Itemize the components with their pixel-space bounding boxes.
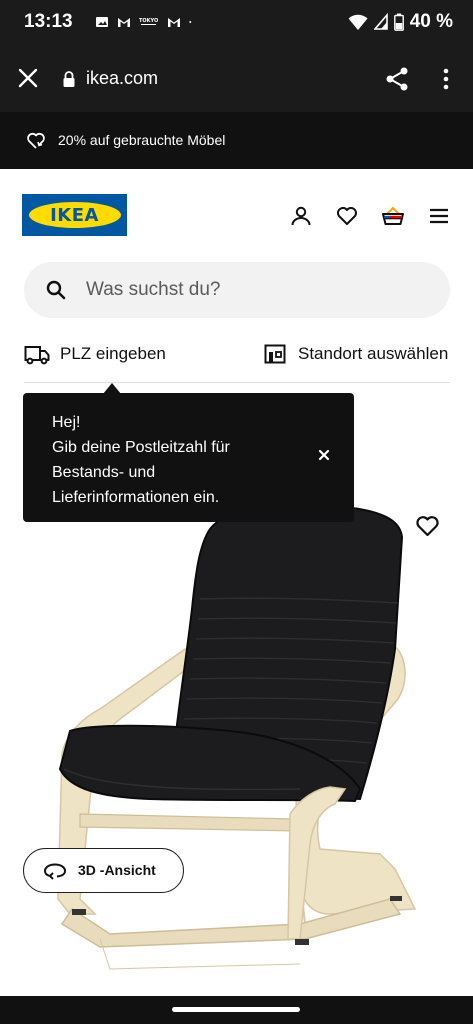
plz-link[interactable]: PLZ eingeben [60,344,166,364]
logo-text: IKEA [50,204,99,226]
cart-icon[interactable] [381,204,405,228]
rotate-3d-icon [44,863,66,880]
signal-icon [373,13,388,30]
tooltip-line: Gib deine Postleitzahl für [52,439,230,456]
status-time: 13:13 [24,11,73,32]
search-icon [46,280,66,300]
svg-text:TOKYO: TOKYO [139,18,158,24]
product-image-chair[interactable] [0,469,473,1024]
notification-icons: TOKYO [95,15,195,29]
page-content: IKEA PLZ eingeben Standort auswählen [0,169,473,1024]
promo-banner[interactable]: 20% auf gebrauchte Möbel [0,112,473,169]
share-icon[interactable] [384,66,410,92]
search-bar[interactable] [24,262,450,318]
tooltip-text: Hej! Gib deine Postleitzahl für Bestands… [52,410,312,510]
tooltip-arrow [103,383,121,394]
dot-icon [189,21,192,23]
promo-text: 20% auf gebrauchte Möbel [58,132,226,148]
lock-icon [63,71,75,87]
hamburger-menu-icon[interactable] [427,204,451,228]
close-icon[interactable] [16,66,40,90]
system-status: 40 % [348,11,453,33]
battery-percent: 40 % [409,11,453,32]
ikea-logo[interactable]: IKEA [22,194,127,236]
tooltip-line: Lieferinformationen ein. [52,489,220,506]
image-icon [96,17,108,27]
divider [24,382,450,383]
plz-tooltip: Hej! Gib deine Postleitzahl für Bestands… [23,383,354,522]
location-row: PLZ eingeben Standort auswählen [0,341,473,377]
recycle-heart-icon [27,132,45,149]
view-3d-button[interactable]: 3D -Ansicht [23,848,184,893]
wifi-icon [348,14,368,30]
search-input[interactable] [86,262,426,318]
browser-toolbar: ikea.com [0,46,473,112]
status-bar: 13:13 TOKYO 40 % [0,0,473,46]
gesture-nav-bar [0,996,473,1024]
store-link[interactable]: Standort auswählen [298,344,448,364]
store-icon [264,344,286,364]
url-text[interactable]: ikea.com [86,68,158,89]
tooltip-line: Hej! [52,414,81,431]
gmail-icon [118,18,130,27]
heart-icon[interactable] [335,204,359,228]
tooltip-close-icon[interactable] [316,447,332,463]
tokio-icon: TOKYO [139,18,158,25]
home-indicator[interactable] [172,1007,300,1012]
tooltip-line: Bestands- und [52,464,156,481]
gmail-icon [168,18,180,27]
view-3d-label: 3D -Ansicht [78,862,156,878]
more-vert-icon[interactable] [436,66,456,92]
delivery-truck-icon [24,346,50,365]
user-icon[interactable] [289,204,313,228]
battery-icon [393,13,404,31]
wishlist-heart-icon[interactable] [415,515,440,537]
